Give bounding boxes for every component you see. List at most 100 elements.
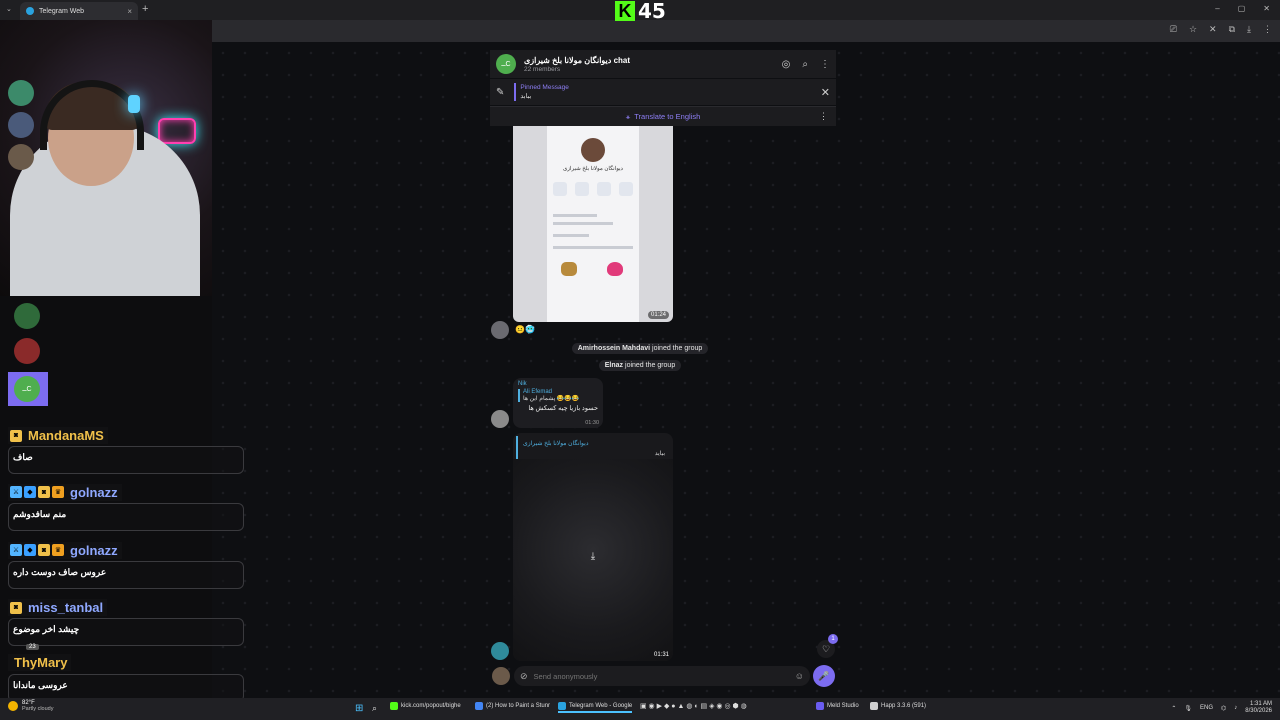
tab-close-icon[interactable]: × [127, 7, 132, 16]
emoji-icon[interactable]: ☺ [795, 671, 804, 681]
taskbar-app[interactable]: Happ 3.3.6 (591) [870, 702, 926, 710]
windows-start-icon[interactable]: ⊞ [355, 703, 363, 714]
chrome-icon [390, 702, 398, 710]
kick-overlay-brand: K 45 [615, 0, 666, 23]
service-message: Amirhossein Mahdavi joined the group [0, 343, 1280, 354]
send-as-avatar[interactable] [492, 667, 510, 685]
pin-icon[interactable]: ✎ [496, 87, 504, 98]
more-menu-icon[interactable]: ⋮ [820, 59, 830, 70]
taskbar-app[interactable]: (2) How to Paint a Stunr [475, 702, 550, 710]
sender-avatar[interactable] [491, 410, 509, 428]
taskbar-app[interactable]: Meld Studio [816, 702, 859, 710]
taskbar-app-label: Happ 3.3.6 (591) [881, 703, 927, 709]
taskbar-app[interactable]: kick.com/popout/bighe [390, 702, 461, 710]
service-user[interactable]: Amirhossein Mahdavi [578, 345, 650, 352]
translate-bar[interactable]: ⚹ Translate to English ⋮ [490, 106, 836, 126]
taskbar-app-label: kick.com/popout/bighe [401, 703, 461, 709]
message-sender[interactable]: Nik [518, 381, 598, 387]
viewer-count: 45 [638, 0, 666, 23]
sidebar-chat-avatar[interactable] [14, 303, 40, 329]
microphone-icon[interactable]: 🎙 [1184, 705, 1192, 712]
message-composer[interactable]: ⊘ ☺ [514, 666, 810, 686]
profile-line [553, 246, 633, 249]
chat-text: صاف [13, 452, 33, 462]
sticker-teddy [561, 262, 577, 276]
bookmark-star-icon[interactable]: ☆ [1189, 24, 1197, 35]
stream-chat-message: ⚔ ◆ ◙ ♛ golnazz منم سافدوشم [8, 481, 244, 531]
chat-username: golnazz [70, 542, 118, 558]
pinned-label: Pinned Message [520, 84, 569, 91]
message-bubble[interactable]: Nik Ali Efemad پشمام این ها 😂😂😂 حسود باز… [513, 378, 603, 428]
sidebar-chat-avatar[interactable] [8, 112, 34, 138]
chat-username: MandanaMS [28, 428, 104, 443]
sender-avatar[interactable] [491, 321, 509, 339]
chat-text-box: منم سافدوشم [8, 502, 244, 531]
vip-badge-icon: ◆ [24, 486, 36, 498]
language-indicator[interactable]: ENG [1200, 705, 1213, 711]
message-input[interactable] [533, 671, 795, 681]
translate-more-icon[interactable]: ⋮ [819, 111, 828, 122]
background-light [128, 95, 140, 113]
stream-chat-message: ◙ MandanaMS صاف [8, 424, 244, 474]
chat-user: ⚔ ◆ ◙ ♛ golnazz [8, 541, 122, 559]
maximize-button[interactable]: ▢ [1238, 4, 1246, 13]
chrome-icon [475, 702, 483, 710]
reply-quote[interactable]: Ali Efemad پشمام این ها 😂😂😂 [518, 389, 598, 402]
sender-avatar[interactable] [491, 642, 509, 660]
service-user[interactable]: Elnaz [605, 362, 623, 369]
extensions-puzzle-icon[interactable]: ⧉ [1229, 24, 1235, 35]
download-icon[interactable]: ⤓ [585, 551, 601, 567]
chat-user: ⚔ ◆ ◙ ♛ golnazz [8, 483, 122, 501]
tab-search-icon[interactable]: ⌄ [6, 5, 12, 13]
founder-badge-icon: ♛ [52, 486, 64, 498]
sub-month-badge: 23 [26, 644, 39, 650]
video-message[interactable]: دیوانگان مولانا بلخ شیرازی بیاید ⤓ 01:31 [513, 433, 673, 661]
close-pinned-icon[interactable]: ✕ [821, 86, 830, 99]
browser-menu-icon[interactable]: ⋮ [1263, 24, 1272, 35]
taskbar-app-active[interactable]: Telegram Web - Google [558, 702, 633, 713]
pinned-message-bar[interactable]: ✎ Pinned Message ببابد ✕ [490, 79, 836, 105]
extension-icon[interactable]: ✕ [1209, 24, 1217, 35]
tray-overflow-icon[interactable]: ⌃ [1171, 705, 1176, 712]
subscriber-badge-icon: ◙ [10, 429, 22, 442]
translate-label[interactable]: Translate to English [634, 112, 700, 121]
weather-widget[interactable]: 82°F Partly cloudy [8, 700, 54, 712]
clock[interactable]: 1:31 AM 8/30/2026 [1245, 701, 1272, 715]
volume-icon[interactable]: ♪ [1234, 705, 1237, 711]
window-controls: – ▢ ✕ [1215, 4, 1270, 13]
profile-line [553, 234, 589, 237]
download-icon[interactable]: ⤓ [1247, 24, 1251, 35]
chat-text-box: صاف [8, 446, 244, 474]
chat-avatar[interactable]: ــC [496, 54, 516, 74]
network-icon[interactable]: ⌬ [1221, 705, 1226, 712]
chat-username: miss_tanbal [28, 600, 104, 615]
screenshot-phone: دیوانگان مولانا بلخ شیرازی [547, 126, 639, 322]
close-window-button[interactable]: ✕ [1263, 4, 1270, 13]
message-reactions[interactable]: 😐🥶 [515, 325, 535, 334]
meld-studio-icon [816, 702, 824, 710]
chat-title-block[interactable]: دیوانگان مولانا بلخ شیرازی chat 22 membe… [524, 56, 630, 73]
profile-avatar [581, 138, 605, 162]
service-action: joined the group [652, 345, 703, 352]
service-message: Elnaz joined the group [0, 360, 1280, 371]
new-tab-button[interactable]: + [142, 3, 148, 15]
minimize-button[interactable]: – [1215, 4, 1219, 13]
founder-badge-icon: ♛ [52, 544, 64, 556]
sidebar-chat-avatar[interactable] [8, 144, 34, 170]
taskbar-search-icon[interactable]: ⌕ [372, 703, 377, 714]
sidebar-chat-avatar[interactable] [8, 80, 34, 106]
tab-telegram-web[interactable]: Telegram Web × [20, 2, 138, 20]
profile-line [553, 214, 597, 217]
photo-message[interactable]: دیوانگان مولانا بلخ شیرازی 01:24 [513, 126, 673, 322]
attach-icon[interactable]: ⊘ [520, 671, 528, 682]
voice-record-button[interactable]: 🎤 [813, 665, 835, 687]
service-action: joined the group [625, 362, 676, 369]
telegram-favicon-icon [26, 7, 34, 15]
cast-icon[interactable]: ⎚ [1170, 24, 1177, 35]
reply-quote[interactable]: دیوانگان مولانا بلخ شیرازی بیاید [516, 436, 670, 461]
chat-header[interactable]: ــC دیوانگان مولانا بلخ شیرازی chat 22 m… [490, 50, 836, 78]
sidebar-chat-avatar-active[interactable]: ــC [14, 376, 40, 402]
search-icon[interactable]: ⌕ [802, 59, 808, 70]
voice-chat-icon[interactable]: ◎ [782, 59, 791, 70]
taskbar-pinned-icons[interactable]: ▣ ◉ ▶ ◆ ● ▲ ◍ ◐ ▤ ◈ ◉ ◎ ⬢ ◍ [640, 702, 747, 710]
